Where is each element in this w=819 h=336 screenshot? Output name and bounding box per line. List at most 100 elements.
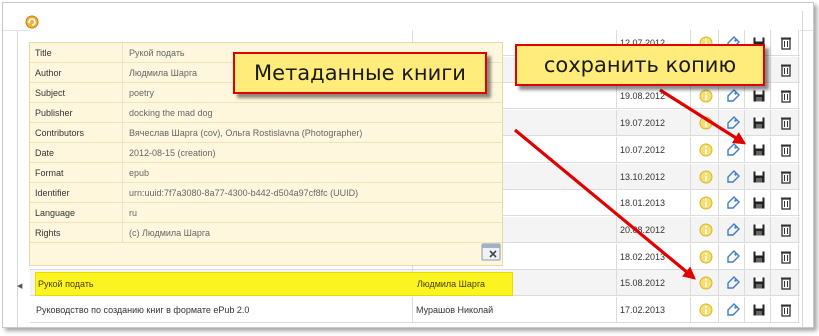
column-separator bbox=[770, 136, 771, 163]
tag-icon[interactable] bbox=[725, 115, 741, 131]
metadata-key: Title bbox=[35, 48, 52, 58]
metadata-row: Identifier urn:uuid:7f7a3080-8a77-4300-b… bbox=[30, 183, 502, 203]
tag-icon[interactable] bbox=[725, 169, 741, 185]
book-date-cell: 19.07.2012 bbox=[620, 118, 666, 129]
column-separator bbox=[770, 297, 771, 323]
column-separator bbox=[744, 243, 745, 270]
column-separator bbox=[798, 136, 799, 163]
book-date-cell: 13.10.2012 bbox=[620, 171, 666, 182]
column-separator bbox=[770, 190, 771, 217]
column-separator bbox=[690, 190, 691, 217]
column-separator bbox=[718, 83, 719, 110]
info-icon[interactable] bbox=[698, 115, 714, 131]
column-separator bbox=[744, 190, 745, 217]
save-copy-icon[interactable] bbox=[751, 302, 767, 318]
column-separator bbox=[616, 243, 617, 270]
column-separator bbox=[798, 243, 799, 270]
delete-icon[interactable] bbox=[778, 142, 794, 158]
column-separator bbox=[798, 270, 799, 297]
tag-icon[interactable] bbox=[725, 195, 741, 211]
column-separator bbox=[798, 110, 799, 137]
delete-icon[interactable] bbox=[778, 222, 794, 238]
column-separator bbox=[718, 216, 719, 243]
table-row[interactable]: Руководство по созданию книг в формате e… bbox=[30, 297, 800, 323]
column-separator bbox=[690, 216, 691, 243]
close-panel-icon[interactable] bbox=[481, 243, 501, 261]
column-separator bbox=[690, 163, 691, 190]
info-icon[interactable] bbox=[698, 169, 714, 185]
column-separator bbox=[744, 136, 745, 163]
metadata-value: (c) Людмила Шарга bbox=[129, 228, 211, 238]
column-separator bbox=[770, 56, 771, 83]
column-separator bbox=[798, 216, 799, 243]
metadata-value: Людмила Шарга bbox=[129, 68, 198, 78]
column-separator bbox=[770, 270, 771, 297]
save-copy-icon[interactable] bbox=[751, 115, 767, 131]
scroll-track[interactable] bbox=[802, 11, 803, 327]
book-date-cell: 17.02.2013 bbox=[620, 305, 666, 315]
save-copy-icon[interactable] bbox=[751, 88, 767, 104]
save-copy-icon[interactable] bbox=[751, 249, 767, 265]
book-title-cell[interactable]: Руководство по созданию книг в формате e… bbox=[36, 297, 408, 323]
selected-book-title[interactable]: Рукой подать bbox=[38, 272, 94, 296]
toolbar bbox=[3, 3, 813, 31]
book-date-cell: 10.07.2012 bbox=[620, 144, 666, 155]
column-separator bbox=[616, 297, 617, 323]
info-icon[interactable] bbox=[698, 142, 714, 158]
delete-icon[interactable] bbox=[778, 249, 794, 265]
book-date-cell: 18.01.2013 bbox=[620, 198, 666, 209]
delete-icon[interactable] bbox=[778, 195, 794, 211]
column-separator bbox=[718, 136, 719, 163]
info-icon[interactable] bbox=[698, 195, 714, 211]
delete-icon[interactable] bbox=[778, 62, 794, 78]
column-separator bbox=[770, 110, 771, 137]
info-icon[interactable] bbox=[698, 275, 714, 291]
column-separator bbox=[616, 190, 617, 217]
collapse-arrow-icon[interactable]: ◀ bbox=[17, 282, 22, 290]
tag-icon[interactable] bbox=[725, 142, 741, 158]
column-separator bbox=[690, 136, 691, 163]
column-separator bbox=[798, 56, 799, 83]
save-copy-icon[interactable] bbox=[751, 222, 767, 238]
save-copy-callout: сохранить копию bbox=[515, 44, 765, 86]
save-copy-icon[interactable] bbox=[751, 169, 767, 185]
tag-icon[interactable] bbox=[725, 88, 741, 104]
column-separator bbox=[718, 297, 719, 323]
metadata-key: Format bbox=[35, 168, 64, 178]
metadata-row: Rights (c) Людмила Шарга bbox=[30, 223, 502, 243]
metadata-value: urn:uuid:7f7a3080-8a77-4300-b442-d504a97… bbox=[129, 188, 359, 198]
tag-icon[interactable] bbox=[725, 249, 741, 265]
column-separator bbox=[616, 136, 617, 163]
info-icon[interactable] bbox=[698, 88, 714, 104]
info-icon[interactable] bbox=[698, 249, 714, 265]
delete-icon[interactable] bbox=[778, 275, 794, 291]
save-copy-icon[interactable] bbox=[751, 275, 767, 291]
column-separator bbox=[798, 297, 799, 323]
column-separator bbox=[616, 163, 617, 190]
tag-icon[interactable] bbox=[725, 222, 741, 238]
tag-icon[interactable] bbox=[725, 275, 741, 291]
tag-icon[interactable] bbox=[725, 302, 741, 318]
column-separator bbox=[690, 83, 691, 110]
metadata-value: ru bbox=[129, 208, 138, 218]
column-separator bbox=[718, 243, 719, 270]
column-separator bbox=[744, 83, 745, 110]
column-separator bbox=[718, 163, 719, 190]
column-separator bbox=[718, 110, 719, 137]
column-separator bbox=[770, 216, 771, 243]
refresh-icon[interactable] bbox=[25, 15, 39, 29]
delete-icon[interactable] bbox=[778, 169, 794, 185]
save-copy-icon[interactable] bbox=[751, 142, 767, 158]
save-copy-icon[interactable] bbox=[751, 195, 767, 211]
metadata-key: Author bbox=[35, 68, 62, 78]
column-separator bbox=[690, 243, 691, 270]
column-separator bbox=[690, 270, 691, 297]
delete-icon[interactable] bbox=[778, 302, 794, 318]
info-icon[interactable] bbox=[698, 222, 714, 238]
column-separator bbox=[690, 110, 691, 137]
delete-icon[interactable] bbox=[778, 35, 794, 51]
delete-icon[interactable] bbox=[778, 88, 794, 104]
delete-icon[interactable] bbox=[778, 115, 794, 131]
info-icon[interactable] bbox=[698, 302, 714, 318]
metadata-value: epub bbox=[129, 168, 150, 178]
